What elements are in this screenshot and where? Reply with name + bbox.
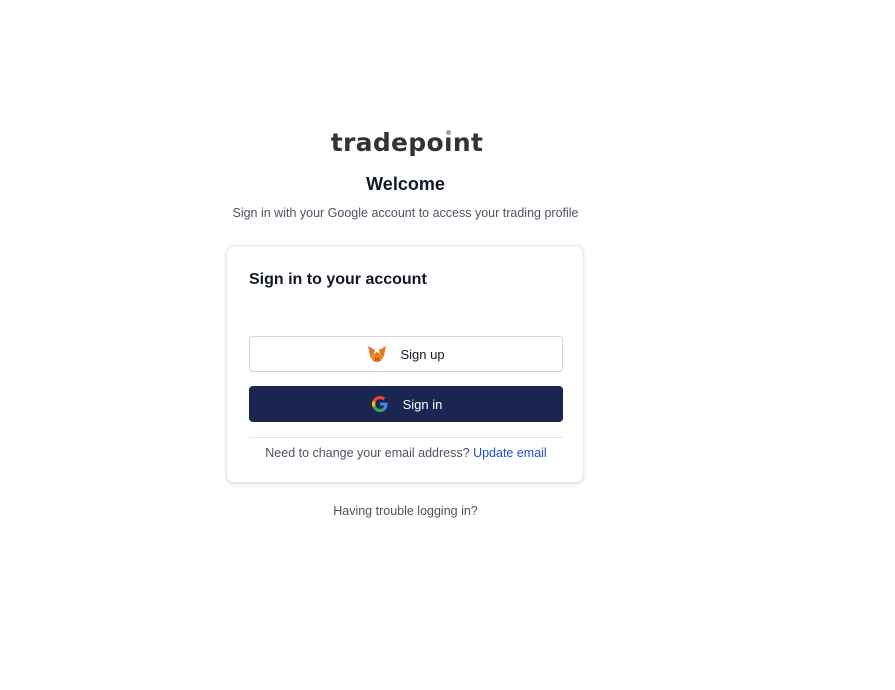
- logo-text-i: ı: [443, 127, 453, 157]
- google-icon: [370, 395, 390, 413]
- metamask-fox-icon: [367, 345, 387, 363]
- logo-text-end: nt: [452, 127, 484, 157]
- sign-in-button[interactable]: Sign in: [249, 386, 563, 422]
- sign-in-card: Sign in to your account Sign up Sign in …: [226, 245, 584, 483]
- page-title: Welcome: [366, 174, 445, 194]
- card-title: Sign in to your account: [249, 271, 427, 288]
- sign-up-label: Sign up: [400, 346, 445, 362]
- card-divider: [249, 437, 563, 438]
- update-email-link[interactable]: Update email: [473, 446, 547, 460]
- change-email-prompt: Need to change your email address?: [265, 446, 470, 460]
- tradepoint-logo: tradepo ı nt: [330, 124, 484, 160]
- sign-in-label: Sign in: [402, 396, 443, 412]
- trouble-logging-in-link[interactable]: Having trouble logging in?: [0, 504, 811, 518]
- sign-up-button[interactable]: Sign up: [249, 336, 563, 372]
- change-email-line: Need to change your email address? Updat…: [227, 446, 585, 460]
- page-subtitle: Sign in with your Google account to acce…: [232, 206, 579, 220]
- logo-text-start: tradepo: [330, 127, 444, 157]
